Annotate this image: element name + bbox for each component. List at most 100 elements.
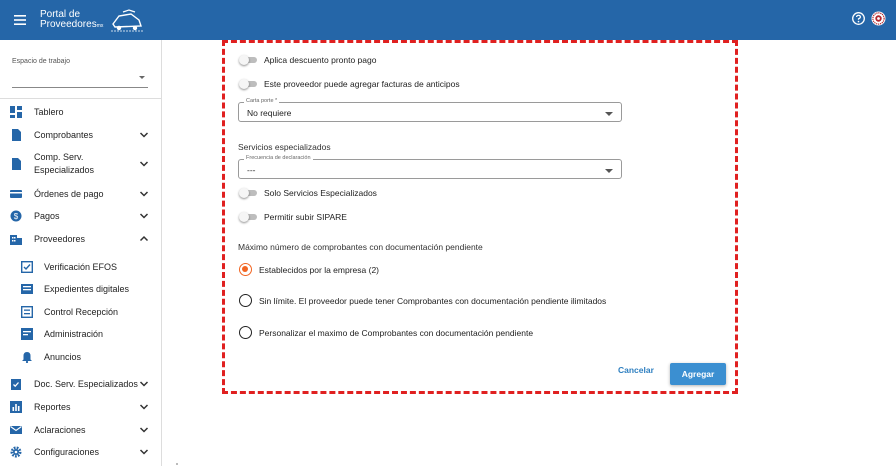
chevron-down-icon: [139, 427, 149, 433]
sidebar-item-doc-serv-especializados[interactable]: Doc. Serv. Especializados: [0, 376, 160, 392]
select-value: No requiere: [247, 108, 292, 118]
toggle-label: Permitir subir SIPARE: [264, 212, 347, 222]
frecuencia-declaracion-select[interactable]: Frecuencia de declaración ---: [238, 155, 622, 179]
sidebar-item-aclaraciones[interactable]: Aclaraciones: [0, 422, 160, 438]
toggle-label: Este proveedor puede agregar facturas de…: [264, 79, 460, 89]
radio-label: Establecidos por la empresa (2): [259, 264, 380, 275]
maximo-comprobantes-heading: Máximo número de comprobantes con docume…: [238, 242, 483, 252]
sidebar-item-label: Tablero: [34, 107, 64, 117]
radio-button[interactable]: [239, 294, 252, 307]
chevron-down-icon: [139, 76, 145, 79]
toggle-permitir-sipare[interactable]: Permitir subir SIPARE: [239, 212, 347, 222]
sidebar-item-label: Verificación EFOS: [44, 262, 118, 272]
top-app-bar: Portal de Proveedoresmx: [0, 0, 896, 40]
chevron-down-icon: [139, 213, 149, 219]
sidebar-item-ordenes-de-pago[interactable]: Órdenes de pago: [0, 186, 160, 202]
toggle-label: Solo Servicios Especializados: [264, 188, 377, 198]
provider-settings-form: Aplica descuento pronto pago Este provee…: [222, 40, 738, 394]
toggle-label: Aplica descuento pronto pago: [264, 55, 377, 65]
chevron-down-icon: [139, 381, 149, 387]
clipboard-check-icon: [11, 379, 21, 390]
sidebar-divider: [0, 98, 162, 99]
folder-icon: [21, 284, 33, 294]
money-icon: $: [10, 210, 22, 222]
list-icon: [21, 306, 33, 318]
sidebar-item-comprobantes[interactable]: Comprobantes: [0, 127, 160, 143]
chevron-down-icon: [139, 404, 149, 410]
sidebar-item-proveedores[interactable]: Proveedores: [0, 231, 160, 247]
toggle-switch[interactable]: [239, 212, 257, 222]
sidebar: Espacio de trabajo Tablero Comprobantes …: [0, 40, 162, 466]
toggle-switch[interactable]: [239, 188, 257, 198]
radio-button[interactable]: [239, 326, 252, 339]
sidebar-item-label: Proveedores: [34, 234, 86, 244]
radio-establecidos-empresa[interactable]: Establecidos por la empresa (2): [239, 263, 379, 276]
radio-label: Sin límite. El proveedor puede tener Com…: [259, 295, 607, 306]
sidebar-item-label: Comprobantes: [34, 130, 94, 140]
sidebar-item-label: Doc. Serv. Especializados: [34, 379, 138, 389]
truck-logo-icon: [111, 9, 144, 32]
document-icon: [12, 158, 21, 170]
brand-text: Portal de Proveedoresmx: [40, 9, 104, 31]
toggle-switch[interactable]: [239, 79, 257, 89]
carta-porte-select[interactable]: Carta porte * No requiere: [238, 98, 622, 122]
workspace-label: Espacio de trabajo: [12, 58, 70, 65]
seal-icon[interactable]: [871, 11, 886, 26]
toggle-switch[interactable]: [239, 55, 257, 65]
admin-icon: [21, 328, 33, 340]
document-icon: [12, 129, 21, 141]
card-icon: [10, 190, 22, 198]
check-square-icon: [21, 261, 33, 273]
gear-icon: [10, 446, 22, 458]
mail-icon: [10, 426, 22, 434]
sidebar-item-label: Pagos: [34, 211, 60, 221]
radio-button[interactable]: [239, 263, 252, 276]
chevron-down-icon: [605, 169, 613, 173]
sidebar-item-label: Anuncios: [44, 352, 82, 362]
sidebar-item-label: Expedientes digitales: [44, 284, 130, 294]
toggle-descuento-pronto-pago[interactable]: Aplica descuento pronto pago: [239, 55, 376, 65]
radio-sin-limite[interactable]: Sin límite. El proveedor puede tener Com…: [239, 294, 606, 307]
sidebar-item-pagos[interactable]: $ Pagos: [0, 208, 160, 224]
help-icon[interactable]: [852, 12, 865, 25]
sidebar-item-administracion[interactable]: Administración: [0, 326, 160, 342]
sidebar-item-configuraciones[interactable]: Configuraciones: [0, 444, 160, 460]
workspace-selector: Espacio de trabajo: [12, 58, 148, 88]
sidebar-item-label: Configuraciones: [34, 447, 100, 457]
svg-text:$: $: [14, 212, 19, 221]
brand-suffix: mx: [96, 22, 104, 29]
sidebar-item-label: Comp. Serv. Especializados: [34, 152, 95, 175]
sidebar-item-reportes[interactable]: Reportes: [0, 399, 160, 415]
brand-line2: Proveedores: [40, 18, 97, 30]
chevron-down-icon: [605, 112, 613, 116]
report-icon: [10, 401, 22, 413]
chevron-up-icon: [139, 235, 149, 242]
radio-personalizar-maximo[interactable]: Personalizar el maximo de Comprobantes c…: [239, 326, 533, 339]
select-value: ---: [247, 165, 256, 175]
workspace-select[interactable]: [12, 66, 148, 88]
add-button[interactable]: Agregar: [670, 363, 726, 385]
sidebar-item-comp-serv-especializados[interactable]: Comp. Serv. Especializados: [0, 150, 160, 178]
radio-label: Personalizar el maximo de Comprobantes c…: [259, 327, 534, 338]
chevron-down-icon: [139, 161, 149, 167]
sidebar-item-label: Control Recepción: [44, 307, 119, 317]
toggle-facturas-anticipos[interactable]: Este proveedor puede agregar facturas de…: [239, 79, 460, 89]
sidebar-item-anuncios[interactable]: Anuncios: [0, 349, 160, 365]
sidebar-item-tablero[interactable]: Tablero: [0, 104, 160, 120]
scroll-indicator: [176, 463, 178, 465]
field-label: Frecuencia de declaración: [244, 155, 313, 161]
sidebar-item-label: Aclaraciones: [34, 425, 86, 435]
chevron-down-icon: [139, 449, 149, 455]
sidebar-item-label: Reportes: [34, 402, 71, 412]
field-label: Carta porte *: [244, 98, 280, 104]
sidebar-item-control-recepcion[interactable]: Control Recepción: [0, 304, 160, 320]
menu-button[interactable]: [0, 0, 40, 40]
bell-icon: [22, 352, 32, 363]
cancel-button[interactable]: Cancelar: [618, 365, 654, 375]
building-icon: [10, 235, 22, 245]
sidebar-item-expedientes-digitales[interactable]: Expedientes digitales: [0, 281, 160, 297]
chevron-down-icon: [139, 132, 149, 138]
sidebar-item-verificacion-efos[interactable]: Verificación EFOS: [0, 259, 160, 275]
toggle-solo-servicios-especializados[interactable]: Solo Servicios Especializados: [239, 188, 377, 198]
brand-logo[interactable]: Portal de Proveedoresmx: [40, 8, 145, 32]
